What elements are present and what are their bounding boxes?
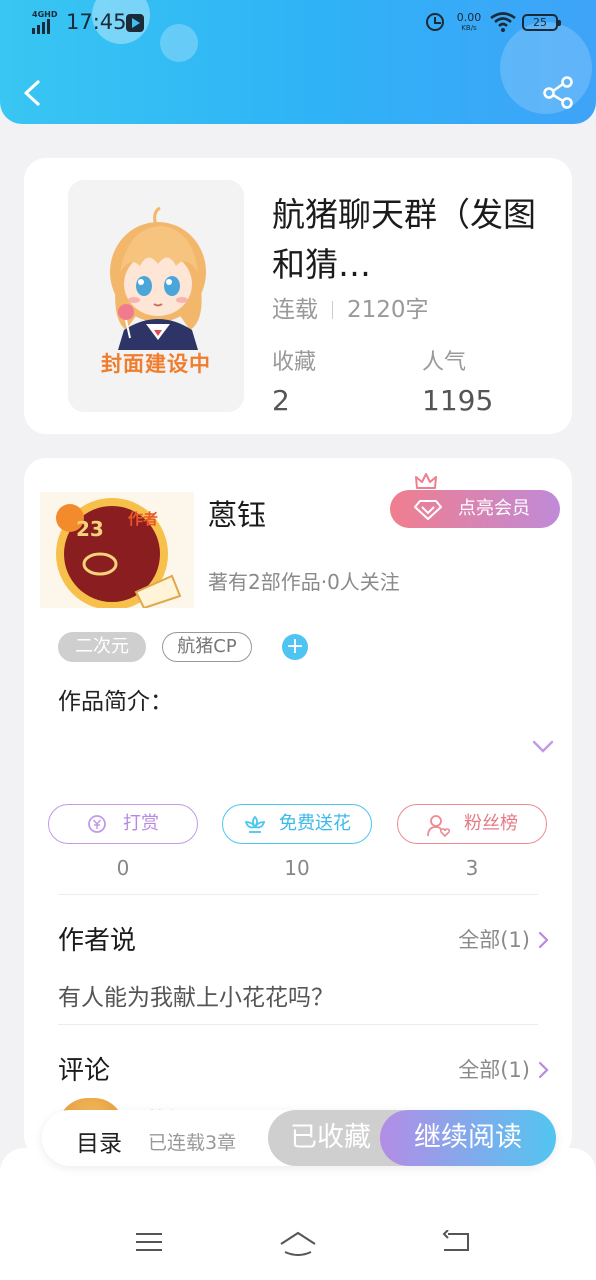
alarm-icon [426, 13, 444, 31]
wifi-icon [490, 12, 516, 32]
author-says-all-label: 全部(1) [458, 928, 530, 952]
chevron-right-icon [538, 931, 549, 949]
author-stats: 著有2部作品·0人关注 [208, 570, 400, 594]
book-title: 航猪聊天群（发图和猜… [272, 195, 536, 284]
cover-illustration [110, 206, 206, 350]
continue-reading-button[interactable]: 继续阅读 [380, 1110, 556, 1166]
comments-title: 评论 [58, 1056, 111, 1086]
cover-caption: 封面建设中 [101, 352, 211, 376]
book-info-card: 封面建设中 航猪聊天群（发图和猜… 连载 2120字 收藏 2 人气 1195 [24, 158, 572, 434]
avatar-number: 23 [76, 517, 104, 541]
intro-label: 作品简介： [58, 689, 173, 715]
status-bar: 4GHD 17:45 0.00 KB/s 25 [0, 0, 596, 48]
user-heart-icon [427, 815, 451, 838]
serial-status: 连载 [272, 297, 318, 323]
meta-divider [332, 301, 333, 319]
net-speed-unit: KB/s [461, 24, 477, 32]
fans-ranking-button[interactable]: 粉丝榜 [397, 804, 547, 844]
media-notification-icon [126, 14, 144, 32]
divider [58, 1024, 538, 1025]
system-nav-bar [0, 1148, 596, 1280]
top-header: 4GHD 17:45 0.00 KB/s 25 [0, 0, 596, 124]
author-says-title: 作者说 [58, 926, 137, 956]
flower-count: 10 [284, 856, 310, 880]
vip-upgrade-button[interactable]: 点亮会员 [390, 490, 560, 528]
share-button[interactable] [540, 74, 576, 110]
bottom-action-bar: 目录 已连载3章 已收藏 继续阅读 [42, 1110, 556, 1166]
reward-label: 打赏 [123, 813, 159, 834]
popularity-label: 人气 [422, 350, 467, 375]
favorites-label: 收藏 [272, 350, 317, 375]
flower-icon [244, 815, 266, 833]
crown-icon [415, 473, 437, 489]
divider [58, 894, 538, 895]
author-avatar-image: 23 作者 [40, 492, 194, 608]
book-meta: 连载 2120字 [272, 290, 429, 324]
author-avatar[interactable]: 23 作者 [40, 492, 194, 608]
author-detail-card: 23 作者 蒽钰 点亮会员 著有2部作品·0人关注 二次元 航猪CP + 作品简… [24, 458, 572, 1158]
comments-all-label: 全部(1) [458, 1058, 530, 1082]
add-tag-button[interactable]: + [282, 634, 308, 660]
chapter-count: 已连载3章 [148, 1132, 237, 1154]
author-says-content: 有人能为我献上小花花吗？ [58, 985, 334, 1011]
book-cover[interactable]: 封面建设中 [68, 180, 244, 412]
battery-icon: 25 [522, 14, 561, 31]
back-button[interactable] [18, 74, 48, 112]
back-nav-icon[interactable] [440, 1230, 470, 1254]
reward-count: 0 [116, 856, 130, 880]
toc-button[interactable]: 目录 [76, 1124, 122, 1158]
fans-count: 3 [465, 856, 479, 880]
author-name[interactable]: 蒽钰 [208, 492, 266, 534]
menu-icon[interactable] [134, 1230, 164, 1254]
net-speed: 0.00 KB/s [454, 12, 484, 34]
popularity-value: 1195 [422, 384, 494, 417]
coin-icon [88, 815, 106, 833]
avatar-badge: 作者 [128, 510, 158, 528]
vip-button-label: 点亮会员 [458, 498, 530, 519]
author-says-all-link[interactable]: 全部(1) [458, 924, 550, 954]
send-flower-label: 免费送花 [279, 813, 351, 834]
chevron-right-icon [538, 1061, 549, 1079]
tag-anime[interactable]: 二次元 [58, 632, 146, 662]
send-flower-button[interactable]: 免费送花 [222, 804, 372, 844]
chevron-down-icon[interactable] [532, 740, 554, 754]
favorites-value: 2 [272, 384, 290, 417]
diamond-icon [414, 500, 442, 520]
word-count: 2120字 [347, 297, 429, 323]
net-speed-value: 0.00 [456, 11, 482, 24]
signal-icon: 4GHD [32, 10, 58, 34]
clock: 17:45 [66, 10, 127, 34]
home-icon[interactable] [278, 1230, 318, 1258]
tag-cp[interactable]: 航猪CP [162, 632, 252, 662]
comments-all-link[interactable]: 全部(1) [458, 1054, 550, 1084]
reward-button[interactable]: 打赏 [48, 804, 198, 844]
fans-ranking-label: 粉丝榜 [464, 813, 518, 834]
